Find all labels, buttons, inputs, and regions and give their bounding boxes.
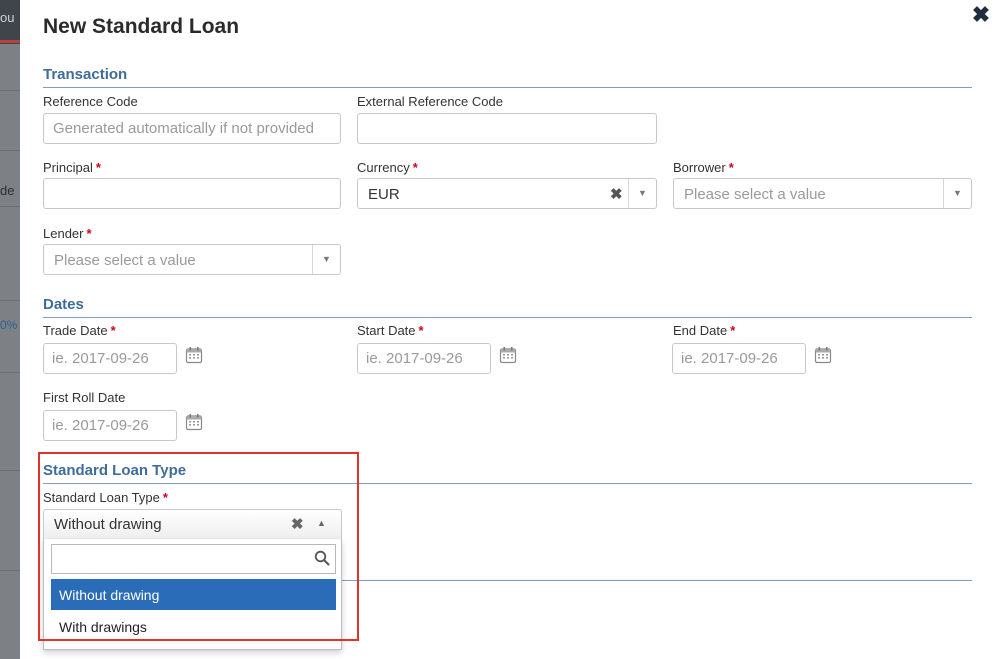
background-text: ou: [0, 10, 15, 25]
required-marker: *: [728, 160, 734, 175]
currency-select[interactable]: EUR ✖ ▼: [357, 178, 657, 209]
borrower-label: Borrower *: [673, 160, 734, 175]
principal-label: Principal *: [43, 160, 101, 175]
required-marker: *: [412, 160, 418, 175]
first-roll-date-label: First Roll Date: [43, 390, 126, 405]
background-divider: [0, 372, 20, 373]
background-divider: [0, 206, 20, 207]
chevron-down-icon[interactable]: ▼: [943, 179, 971, 208]
section-divider: [43, 317, 972, 318]
required-marker: *: [730, 323, 736, 338]
currency-value: EUR: [368, 186, 400, 203]
clear-icon[interactable]: ✖: [610, 185, 623, 203]
borrower-select[interactable]: Please select a value ▼: [673, 178, 972, 209]
external-reference-code-input[interactable]: [357, 113, 657, 144]
currency-label: Currency *: [357, 160, 418, 175]
borrower-placeholder: Please select a value: [684, 186, 826, 203]
trade-date-input[interactable]: [43, 343, 177, 374]
required-marker: *: [110, 323, 116, 338]
background-page: ou de 0%: [0, 0, 20, 659]
section-divider: [43, 87, 972, 88]
calendar-icon[interactable]: [185, 413, 203, 431]
section-divider: [342, 580, 972, 581]
section-title-transaction: Transaction: [43, 66, 128, 83]
trade-date-label: Trade Date *: [43, 323, 116, 338]
first-roll-date-input[interactable]: [43, 410, 177, 441]
start-date-label: Start Date *: [357, 323, 424, 338]
end-date-label: End Date *: [673, 323, 736, 338]
dialog-title: New Standard Loan: [43, 15, 240, 38]
required-marker: *: [95, 160, 101, 175]
new-standard-loan-dialog: New Standard Loan ✖ Transaction Referenc…: [20, 0, 1000, 659]
background-text: 0%: [0, 318, 18, 332]
highlight-box: [38, 452, 359, 641]
lender-placeholder: Please select a value: [54, 252, 196, 269]
reference-code-label: Reference Code: [43, 94, 138, 109]
external-reference-code-label: External Reference Code: [357, 94, 503, 109]
calendar-icon[interactable]: [499, 346, 517, 364]
background-text: de: [0, 183, 15, 198]
lender-label: Lender *: [43, 226, 92, 241]
chevron-down-icon[interactable]: ▼: [312, 245, 340, 274]
background-divider: [0, 570, 20, 571]
background-accent-line: [0, 40, 20, 43]
background-divider: [0, 90, 20, 91]
required-marker: *: [86, 226, 92, 241]
end-date-input[interactable]: [672, 343, 806, 374]
background-divider: [0, 470, 20, 471]
calendar-icon[interactable]: [185, 346, 203, 364]
required-marker: *: [418, 323, 424, 338]
start-date-input[interactable]: [357, 343, 491, 374]
principal-input[interactable]: [43, 178, 341, 209]
chevron-down-icon[interactable]: ▼: [628, 179, 656, 208]
calendar-icon[interactable]: [814, 346, 832, 364]
background-divider: [0, 150, 20, 151]
background-divider: [0, 300, 20, 301]
lender-select[interactable]: Please select a value ▼: [43, 244, 341, 275]
reference-code-input[interactable]: [43, 113, 341, 144]
section-title-dates: Dates: [43, 296, 84, 313]
close-icon[interactable]: ✖: [970, 4, 992, 26]
